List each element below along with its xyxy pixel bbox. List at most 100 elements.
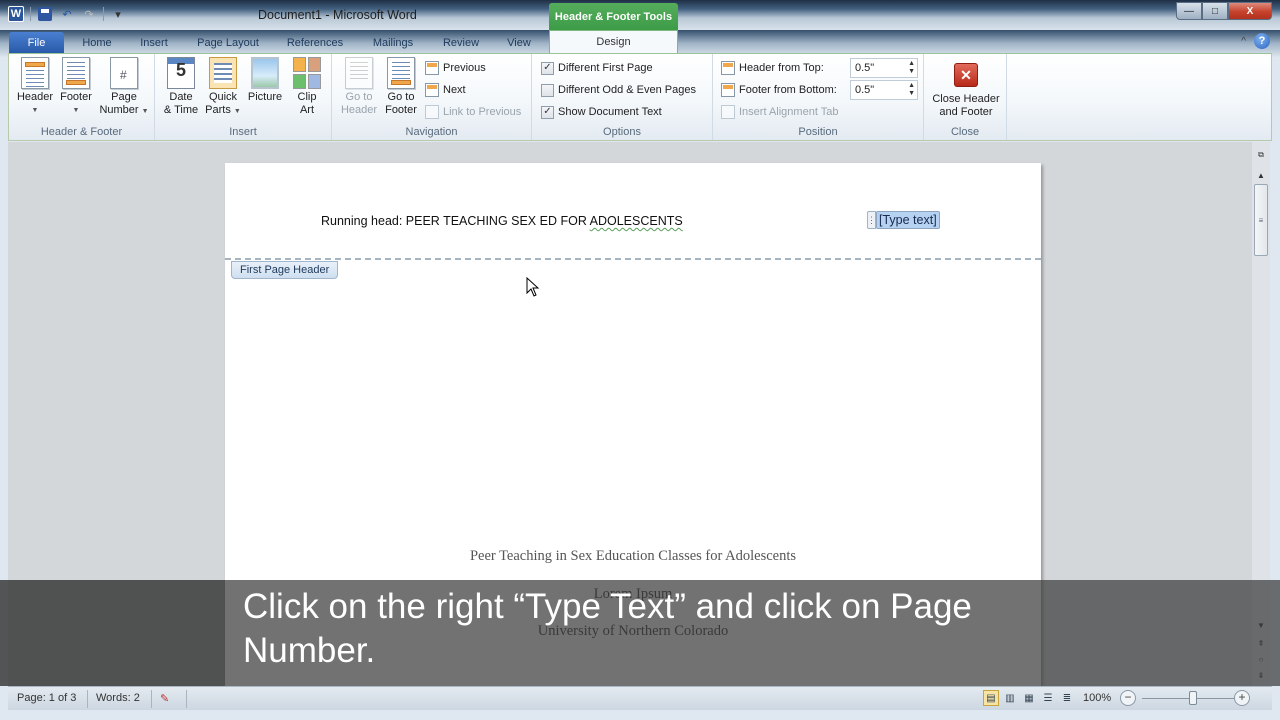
group-label: Insert	[229, 126, 257, 138]
insert-alignment-tab-button[interactable]: Insert Alignment Tab	[721, 103, 838, 121]
title-bar: W ↶ ↷ ▾ Document1 - Microsoft Word Heade…	[0, 0, 1280, 31]
tab-design[interactable]: Design	[549, 30, 678, 53]
maximize-icon: □	[1211, 5, 1219, 17]
group-options: ✓ Different First Page Different Odd & E…	[532, 54, 713, 140]
next-button[interactable]: Next	[425, 81, 466, 99]
help-icon[interactable]: ?	[1254, 33, 1270, 49]
close-header-footer-button[interactable]: ✕ Close Header and Footer	[928, 57, 1004, 119]
ribbon-controls: ^ ?	[1241, 33, 1270, 49]
zoom-slider-thumb[interactable]	[1189, 691, 1197, 705]
tab-mailings[interactable]: Mailings	[367, 32, 419, 53]
scroll-up-icon[interactable]: ▲	[1253, 168, 1269, 182]
full-screen-reading-view-icon[interactable]: ▥	[1002, 690, 1018, 706]
proofing-icon[interactable]: ✎	[160, 692, 169, 705]
maximize-button[interactable]: □	[1202, 2, 1228, 20]
spinner-arrows-icon[interactable]: ▲ ▼	[908, 60, 915, 76]
customize-qat-button[interactable]: ▾	[110, 6, 126, 22]
minimize-icon: —	[1184, 5, 1194, 17]
tutorial-caption-overlay: Click on the right “Type Text” and click…	[0, 580, 1280, 686]
close-x-icon: ✕	[954, 63, 978, 87]
print-layout-view-icon[interactable]: ▤	[983, 690, 999, 706]
group-navigation: Go to Header Go to Footer Previous Next …	[332, 54, 532, 140]
spelling-flagged-word: ADOLESCENTS	[589, 214, 683, 228]
zoom-in-icon[interactable]: +	[1234, 690, 1250, 706]
next-section-icon	[425, 83, 439, 97]
group-label: Position	[798, 126, 838, 138]
go-to-footer-icon	[387, 57, 415, 89]
web-layout-view-icon[interactable]: ▦	[1021, 690, 1037, 706]
status-divider	[87, 690, 88, 708]
link-to-previous-button[interactable]: Link to Previous	[425, 103, 521, 121]
outline-view-icon[interactable]: ☰	[1040, 690, 1056, 706]
type-text-content-control[interactable]: ⋮ [Type text]	[867, 211, 940, 229]
group-position: Header from Top: 0.5" ▲ ▼ Footer from Bot…	[713, 54, 924, 140]
redo-button[interactable]: ↷	[81, 6, 97, 22]
ruler-toggle-icon[interactable]: ⧉	[1253, 148, 1269, 162]
window-title: Document1 - Microsoft Word	[258, 8, 417, 22]
group-label: Close	[950, 126, 980, 138]
first-page-header-tag: First Page Header	[231, 261, 339, 279]
picture-icon	[251, 57, 279, 89]
contextual-tab-group-label: Header & Footer Tools	[549, 3, 678, 31]
page-count[interactable]: Page: 1 of 3	[17, 692, 76, 704]
quick-parts-icon	[209, 57, 237, 89]
header-from-top-input[interactable]: 0.5" ▲ ▼	[850, 58, 918, 78]
header-button[interactable]: Header ▼	[15, 57, 55, 117]
word-app-icon[interactable]: W	[8, 6, 24, 22]
word-count[interactable]: Words: 2	[96, 692, 140, 704]
qat-divider	[103, 7, 104, 21]
header-boundary-line	[225, 258, 1041, 260]
previous-button[interactable]: Previous	[425, 59, 486, 77]
footer-button[interactable]: Footer ▼	[56, 57, 96, 117]
date-time-button[interactable]: 5 Date & Time	[161, 57, 201, 117]
go-to-footer-button[interactable]: Go to Footer	[382, 57, 420, 117]
tab-review[interactable]: Review	[439, 32, 483, 53]
zoom-out-icon[interactable]: −	[1120, 690, 1136, 706]
different-odd-even-checkbox[interactable]: Different Odd & Even Pages	[541, 81, 696, 99]
close-icon: X	[1246, 5, 1254, 17]
running-head-text[interactable]: Running head: PEER TEACHING SEX ED FOR A…	[321, 214, 683, 228]
zoom-level[interactable]: 100%	[1083, 692, 1111, 704]
page-number-button[interactable]: # Page Number ▼	[97, 57, 151, 118]
dropdown-caret-icon: ▼	[233, 108, 241, 115]
show-document-text-checkbox[interactable]: ✓ Show Document Text	[541, 103, 662, 121]
calendar-clock-icon: 5	[167, 57, 195, 89]
draft-view-icon[interactable]: ≣	[1059, 690, 1075, 706]
caption-shade	[0, 580, 225, 686]
scroll-thumb[interactable]: ≡	[1254, 184, 1268, 256]
picture-button[interactable]: Picture	[245, 57, 285, 104]
close-window-button[interactable]: X	[1228, 2, 1272, 20]
go-to-header-icon	[345, 57, 373, 89]
tab-references[interactable]: References	[283, 32, 347, 53]
previous-section-icon	[425, 61, 439, 75]
go-to-header-button[interactable]: Go to Header	[340, 57, 378, 117]
page-number-icon: #	[110, 57, 138, 89]
footer-position-icon	[721, 83, 735, 97]
undo-icon: ↶	[62, 8, 72, 21]
tab-home[interactable]: Home	[78, 32, 116, 53]
tab-insert[interactable]: Insert	[136, 32, 172, 53]
spinner-arrows-icon[interactable]: ▲ ▼	[908, 82, 915, 98]
undo-button[interactable]: ↶	[59, 6, 75, 22]
save-button[interactable]	[37, 6, 53, 22]
redo-icon: ↷	[84, 8, 94, 21]
clip-art-button[interactable]: Clip Art	[288, 57, 326, 117]
group-close: ✕ Close Header and Footer Close	[924, 54, 1007, 140]
tab-page-layout[interactable]: Page Layout	[193, 32, 263, 53]
content-control-handle-icon[interactable]: ⋮	[867, 211, 876, 229]
save-icon	[38, 7, 52, 21]
chevron-down-icon: ▾	[115, 8, 121, 21]
quick-parts-button[interactable]: Quick Parts ▼	[203, 57, 243, 118]
group-label: Header & Footer	[40, 126, 123, 138]
checkbox-unchecked-icon	[541, 83, 554, 97]
minimize-button[interactable]: —	[1176, 2, 1202, 20]
footer-from-bottom-input[interactable]: 0.5" ▲ ▼	[850, 80, 918, 100]
caption-text: Click on the right “Type Text” and click…	[243, 587, 972, 670]
dropdown-caret-icon: ▼	[72, 107, 80, 114]
minimize-ribbon-icon[interactable]: ^	[1241, 36, 1246, 47]
type-text-placeholder[interactable]: [Type text]	[876, 211, 940, 229]
tab-view[interactable]: View	[503, 32, 535, 53]
different-first-page-checkbox[interactable]: ✓ Different First Page	[541, 59, 653, 77]
tab-file[interactable]: File	[9, 32, 64, 53]
group-header-footer: Header ▼ Footer ▼ # Page Number ▼ Header…	[9, 54, 155, 140]
